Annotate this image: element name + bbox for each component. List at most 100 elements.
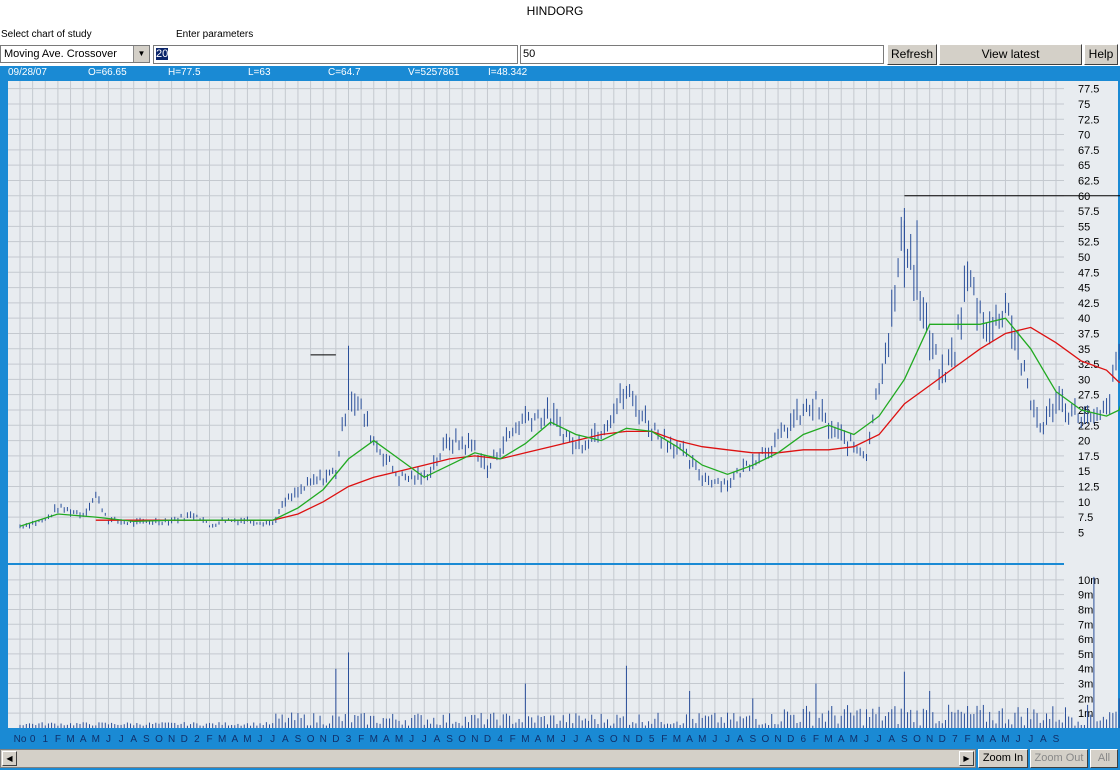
price-volume-chart[interactable]: 57.51012.51517.52022.52527.53032.53537.5… (0, 0, 1120, 770)
price-tick-label: 12.5 (1078, 481, 1099, 493)
time-tick-label: A (838, 734, 845, 745)
time-tick-label: D (787, 734, 794, 745)
time-tick-label: A (434, 734, 441, 745)
time-tick-label: D (635, 734, 642, 745)
price-tick-label: 57.5 (1078, 206, 1099, 218)
time-tick-label: F (358, 734, 364, 745)
time-tick-label: M (92, 734, 100, 745)
time-tick-label: J (422, 734, 427, 745)
zoom-in-button[interactable]: Zoom In (978, 749, 1028, 768)
time-tick-label: 1 (42, 734, 48, 745)
time-tick-label: A (737, 734, 744, 745)
time-tick-label: S (446, 734, 453, 745)
time-tick-label: D (181, 734, 188, 745)
price-tick-label: 65 (1078, 160, 1090, 172)
price-tick-label: 35 (1078, 344, 1090, 356)
time-tick-label: M (824, 734, 832, 745)
time-tick-label: 3 (346, 734, 352, 745)
price-tick-label: 67.5 (1078, 145, 1099, 157)
time-tick-label: F (813, 734, 819, 745)
volume-tick-label: 9m (1078, 590, 1093, 602)
time-tick-label: O (610, 734, 618, 745)
time-tick-label: F (661, 734, 667, 745)
time-tick-label: 2 (194, 734, 200, 745)
time-tick-label: J (1028, 734, 1033, 745)
time-tick-label: A (130, 734, 137, 745)
scroll-right-icon[interactable]: ▶ (959, 751, 974, 766)
time-tick-label: 6 (801, 734, 807, 745)
time-tick-label: S (901, 734, 908, 745)
price-tick-label: 70 (1078, 130, 1090, 142)
price-tick-label: 47.5 (1078, 267, 1099, 279)
time-tick-label: J (712, 734, 717, 745)
time-tick-label: S (1053, 734, 1060, 745)
time-tick-label: D (939, 734, 946, 745)
time-tick-label: M (243, 734, 251, 745)
time-tick-label: 4 (497, 734, 503, 745)
time-tick-label: S (749, 734, 756, 745)
volume-tick-label: 5m (1078, 649, 1093, 661)
price-tick-label: 27.5 (1078, 390, 1099, 402)
time-tick-label: A (888, 734, 895, 745)
time-tick-label: J (573, 734, 578, 745)
price-tick-label: 50 (1078, 252, 1090, 264)
time-tick-label: No (14, 734, 27, 745)
time-tick-label: O (762, 734, 770, 745)
volume-tick-label: 10m (1078, 575, 1099, 587)
price-tick-label: 7.5 (1078, 512, 1093, 524)
volume-tick-label: 7m (1078, 619, 1093, 631)
time-tick-label: A (585, 734, 592, 745)
time-tick-label: S (295, 734, 302, 745)
price-tick-label: 30 (1078, 374, 1090, 386)
time-tick-label: A (1040, 734, 1047, 745)
time-tick-label: J (561, 734, 566, 745)
time-tick-label: M (370, 734, 378, 745)
time-tick-label: N (471, 734, 478, 745)
time-tick-label: J (106, 734, 111, 745)
time-tick-label: O (458, 734, 466, 745)
time-tick-label: M (546, 734, 554, 745)
time-tick-label: O (307, 734, 315, 745)
price-tick-label: 72.5 (1078, 114, 1099, 126)
time-tick-label: N (926, 734, 933, 745)
volume-tick-label: 2m (1078, 693, 1093, 705)
time-tick-label: A (989, 734, 996, 745)
volume-tick-label: 6m (1078, 634, 1093, 646)
time-tick-label: M (673, 734, 681, 745)
time-tick-label: F (206, 734, 212, 745)
time-tick-label: F (55, 734, 61, 745)
time-tick-label: J (270, 734, 275, 745)
time-tick-label: M (850, 734, 858, 745)
horizontal-scrollbar[interactable]: ◀ ▶ (0, 749, 976, 768)
price-tick-label: 62.5 (1078, 175, 1099, 187)
price-tick-label: 77.5 (1078, 84, 1099, 96)
price-tick-label: 40 (1078, 313, 1090, 325)
all-button[interactable]: All (1090, 749, 1118, 768)
time-tick-label: D (484, 734, 491, 745)
time-tick-label: J (1016, 734, 1021, 745)
time-tick-label: M (976, 734, 984, 745)
time-tick-label: J (409, 734, 414, 745)
time-tick-label: A (686, 734, 693, 745)
price-tick-label: 60 (1078, 191, 1090, 203)
scroll-left-icon[interactable]: ◀ (2, 751, 17, 766)
time-tick-label: J (725, 734, 730, 745)
volume-tick-label: 4m (1078, 664, 1093, 676)
volume-plot-area (8, 565, 1064, 728)
time-tick-label: S (598, 734, 605, 745)
price-tick-label: 10 (1078, 497, 1090, 509)
time-tick-label: O (155, 734, 163, 745)
time-tick-label: A (383, 734, 390, 745)
time-tick-label: N (168, 734, 175, 745)
price-tick-label: 75 (1078, 99, 1090, 111)
price-plot-area (8, 81, 1064, 563)
zoom-out-button[interactable]: Zoom Out (1030, 749, 1088, 768)
price-tick-label: 15 (1078, 466, 1090, 478)
volume-tick-label: 8m (1078, 604, 1093, 616)
price-tick-label: 5 (1078, 527, 1084, 539)
time-tick-label: J (119, 734, 124, 745)
time-tick-label: A (535, 734, 542, 745)
time-tick-label: 5 (649, 734, 655, 745)
time-tick-label: D (332, 734, 339, 745)
price-tick-label: 42.5 (1078, 298, 1099, 310)
